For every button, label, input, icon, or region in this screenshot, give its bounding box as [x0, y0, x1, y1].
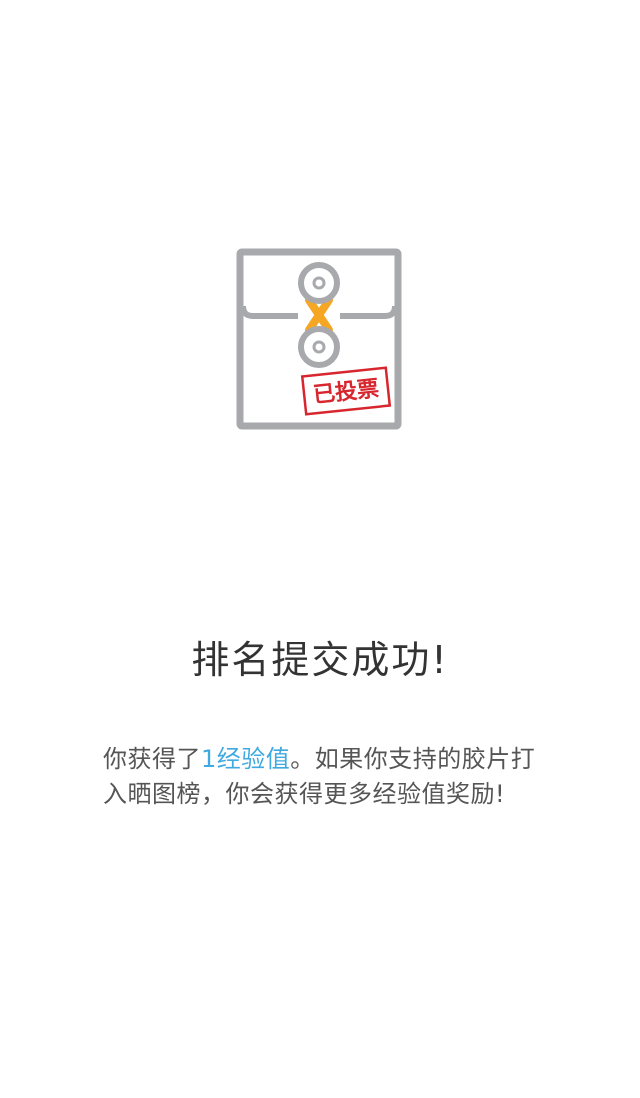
reward-amount: 1经验值 — [201, 745, 291, 773]
envelope-string — [305, 296, 333, 334]
envelope-bottom-button — [298, 326, 340, 368]
reward-message: 你获得了1经验值。如果你支持的胶片打入晒图榜，你会获得更多经验值奖励! — [103, 742, 547, 812]
voted-envelope-icon: 已投票 — [236, 248, 402, 430]
success-title: 排名提交成功! — [191, 638, 449, 682]
envelope-top-button — [298, 262, 340, 304]
voted-envelope-illustration: 已投票 — [236, 248, 402, 430]
message-prefix: 你获得了 — [103, 745, 201, 773]
voted-stamp: 已投票 — [300, 366, 392, 416]
